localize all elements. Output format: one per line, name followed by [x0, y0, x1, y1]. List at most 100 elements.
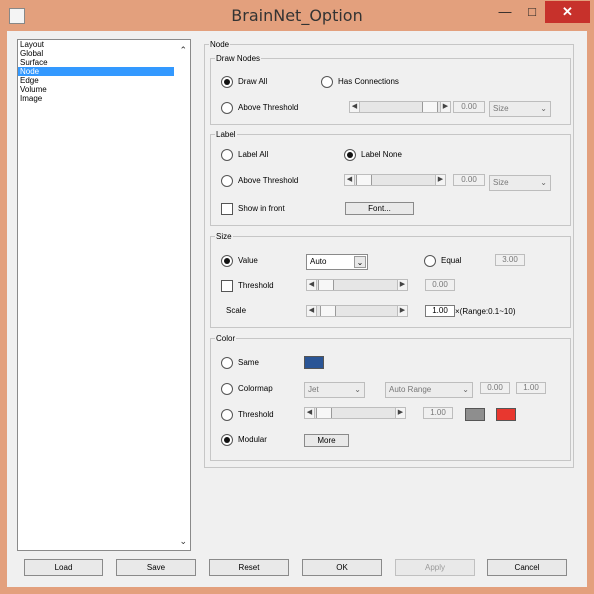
cancel-button[interactable]: Cancel [487, 559, 567, 576]
chevron-down-icon: ⌄ [354, 256, 366, 268]
size-value-radio[interactable] [221, 255, 233, 267]
list-item-node[interactable]: Node [18, 67, 174, 76]
scroll-down-icon[interactable]: ⌄ [179, 536, 187, 547]
size-equal-radio[interactable] [424, 255, 436, 267]
chevron-down-icon: ⌄ [540, 178, 547, 187]
slider-right-arrow-icon[interactable]: ▶ [397, 280, 407, 290]
list-item-volume[interactable]: Volume [18, 85, 190, 94]
slider-right-arrow-icon[interactable]: ▶ [435, 175, 445, 185]
same-color-swatch[interactable] [304, 356, 324, 369]
draw-metric-value: Size [493, 104, 509, 113]
brainnet-option-window: BrainNet_Option — □ ✕ Layout Global Surf… [0, 0, 594, 594]
draw-threshold-field[interactable]: 0.00 [453, 101, 485, 113]
color-threshold-field[interactable]: 1.00 [423, 407, 453, 419]
show-in-front-checkbox[interactable] [221, 203, 233, 215]
slider-right-arrow-icon[interactable]: ▶ [440, 102, 450, 112]
draw-all-radio[interactable] [221, 76, 233, 88]
slider-right-arrow-icon[interactable]: ▶ [395, 408, 405, 418]
slider-thumb[interactable] [422, 102, 438, 112]
slider-thumb[interactable] [316, 408, 332, 418]
slider-right-arrow-icon[interactable]: ▶ [397, 306, 407, 316]
color-same-radio[interactable] [221, 357, 233, 369]
draw-threshold-slider[interactable]: ◀ ▶ [349, 101, 451, 113]
ok-button[interactable]: OK [302, 559, 382, 576]
has-connections-radio[interactable] [321, 76, 333, 88]
maximize-button[interactable]: □ [519, 1, 545, 23]
list-item-image[interactable]: Image [18, 94, 190, 103]
draw-above-threshold-radio[interactable] [221, 102, 233, 114]
label-group-title: Label [215, 130, 237, 139]
size-value-label: Value [238, 256, 258, 265]
list-item-global[interactable]: Global [18, 49, 190, 58]
label-none-label: Label None [361, 150, 402, 159]
color-same-label: Same [238, 358, 259, 367]
draw-metric-select[interactable]: Size ⌄ [489, 101, 551, 117]
color-range-value: Auto Range [389, 385, 432, 394]
slider-thumb[interactable] [356, 175, 372, 185]
reset-button[interactable]: Reset [209, 559, 289, 576]
has-connections-label: Has Connections [338, 77, 399, 86]
size-scale-label: Scale [226, 306, 247, 315]
color-modular-radio[interactable] [221, 434, 233, 446]
scroll-up-icon[interactable]: ⌃ [179, 45, 187, 56]
slider-left-arrow-icon[interactable]: ◀ [307, 306, 317, 316]
colormap-value: Jet [308, 385, 319, 394]
draw-all-label: Draw All [238, 77, 268, 86]
minimize-button[interactable]: — [491, 1, 519, 23]
slider-left-arrow-icon[interactable]: ◀ [345, 175, 355, 185]
list-item-surface[interactable]: Surface [18, 58, 190, 67]
color-range-select[interactable]: Auto Range ⌄ [385, 382, 473, 398]
label-above-threshold-label: Above Threshold [238, 176, 299, 185]
color-range-max-field[interactable]: 1.00 [516, 382, 546, 394]
label-above-threshold-radio[interactable] [221, 175, 233, 187]
size-value-select[interactable]: Auto ⌄ [306, 254, 368, 270]
size-threshold-field[interactable]: 0.00 [425, 279, 455, 291]
slider-left-arrow-icon[interactable]: ◀ [350, 102, 360, 112]
load-button[interactable]: Load [24, 559, 103, 576]
color-threshold-radio[interactable] [221, 409, 233, 421]
color-range-min-field[interactable]: 0.00 [480, 382, 510, 394]
size-threshold-label: Threshold [238, 281, 274, 290]
list-item-edge[interactable]: Edge [18, 76, 190, 85]
color-colormap-radio[interactable] [221, 383, 233, 395]
label-threshold-field[interactable]: 0.00 [453, 174, 485, 186]
title-bar[interactable]: BrainNet_Option — □ ✕ [0, 0, 594, 32]
size-scale-slider[interactable]: ◀ ▶ [306, 305, 408, 317]
slider-thumb[interactable] [318, 280, 334, 290]
close-button[interactable]: ✕ [545, 1, 590, 23]
slider-thumb[interactable] [320, 306, 336, 316]
size-threshold-slider[interactable]: ◀ ▶ [306, 279, 408, 291]
dialog-body: Layout Global Surface Node Edge Volume I… [7, 31, 587, 587]
category-list[interactable]: Layout Global Surface Node Edge Volume I… [17, 39, 191, 551]
size-equal-field[interactable]: 3.00 [495, 254, 525, 266]
draw-above-threshold-label: Above Threshold [238, 103, 299, 112]
font-button[interactable]: Font... [345, 202, 414, 215]
chevron-down-icon: ⌄ [462, 385, 469, 394]
label-all-radio[interactable] [221, 149, 233, 161]
list-item-layout[interactable]: Layout [18, 40, 190, 49]
label-metric-select[interactable]: Size ⌄ [489, 175, 551, 191]
size-threshold-checkbox[interactable] [221, 280, 233, 292]
size-equal-label: Equal [441, 256, 462, 265]
label-threshold-slider[interactable]: ◀ ▶ [344, 174, 446, 186]
size-value-current: Auto [310, 257, 327, 266]
below-threshold-color-swatch[interactable] [465, 408, 485, 421]
draw-nodes-title: Draw Nodes [215, 54, 262, 63]
save-button[interactable]: Save [116, 559, 196, 576]
size-scale-field[interactable]: 1.00 [425, 305, 455, 317]
colormap-select[interactable]: Jet ⌄ [304, 382, 365, 398]
color-threshold-label: Threshold [238, 410, 274, 419]
above-threshold-color-swatch[interactable] [496, 408, 516, 421]
apply-button[interactable]: Apply [395, 559, 475, 576]
show-in-front-label: Show in front [238, 204, 285, 213]
node-group-title: Node [209, 40, 231, 49]
slider-left-arrow-icon[interactable]: ◀ [305, 408, 315, 418]
chevron-down-icon: ⌄ [540, 104, 547, 113]
slider-left-arrow-icon[interactable]: ◀ [307, 280, 317, 290]
label-metric-value: Size [493, 178, 509, 187]
size-scale-range: ×(Range:0.1~10) [455, 307, 516, 316]
color-colormap-label: Colormap [238, 384, 273, 393]
color-threshold-slider[interactable]: ◀ ▶ [304, 407, 406, 419]
label-none-radio[interactable] [344, 149, 356, 161]
more-button[interactable]: More [304, 434, 349, 447]
